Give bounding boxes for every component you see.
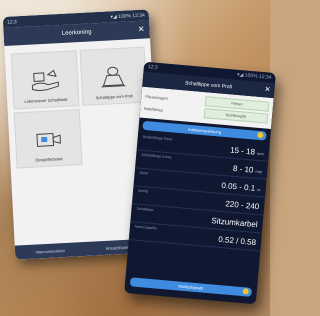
device-icon (101, 66, 126, 88)
tile-label: Schaltlippe vom Profi (95, 93, 134, 101)
app-title: Leerkoning (61, 29, 92, 37)
calculate-button-label: Anbieterauslösung (187, 126, 222, 135)
marketplace-button[interactable]: Marktplapsatti (129, 277, 253, 297)
menu-tile-lebensteuer[interactable]: Lebensteuer Schaltkasb (10, 50, 80, 110)
status-time: 12:3 (147, 64, 158, 71)
status-time: 12:3 (6, 18, 17, 26)
info-icon (242, 288, 249, 295)
menu-grid: Lebensteuer Schaltkasb Schaltlippe vom P… (4, 38, 156, 169)
tile-label: Designfarbstrat (35, 156, 63, 163)
input-label: Fliesenlagen (145, 93, 169, 101)
phone-result-screen: 12:3 ▾◢ 100% 12:34 Schaltlippe vom Profi… (124, 61, 276, 305)
machine-icon (36, 133, 61, 147)
marketplace-button-label: Marktplapsatti (178, 283, 204, 291)
info-icon (257, 131, 264, 139)
status-indicators: ▾◢ 100% 12:34 (110, 12, 145, 20)
menu-tile-design[interactable]: Designfarbstrat (13, 109, 83, 169)
menu-tile-schaltlippe[interactable]: Schaltlippe vom Profi (79, 46, 148, 106)
footer-link-interconnection[interactable]: Interconnecktion (31, 247, 69, 255)
tile-label: Lebensteuer Schaltkasb (24, 96, 68, 104)
input-label: Bett/Belag (144, 105, 163, 112)
close-icon[interactable]: ✕ (138, 25, 145, 34)
hand-with-item-icon (31, 69, 59, 91)
close-icon[interactable]: ✕ (264, 85, 271, 93)
app-title: Schaltlippe vom Profi (184, 79, 233, 90)
